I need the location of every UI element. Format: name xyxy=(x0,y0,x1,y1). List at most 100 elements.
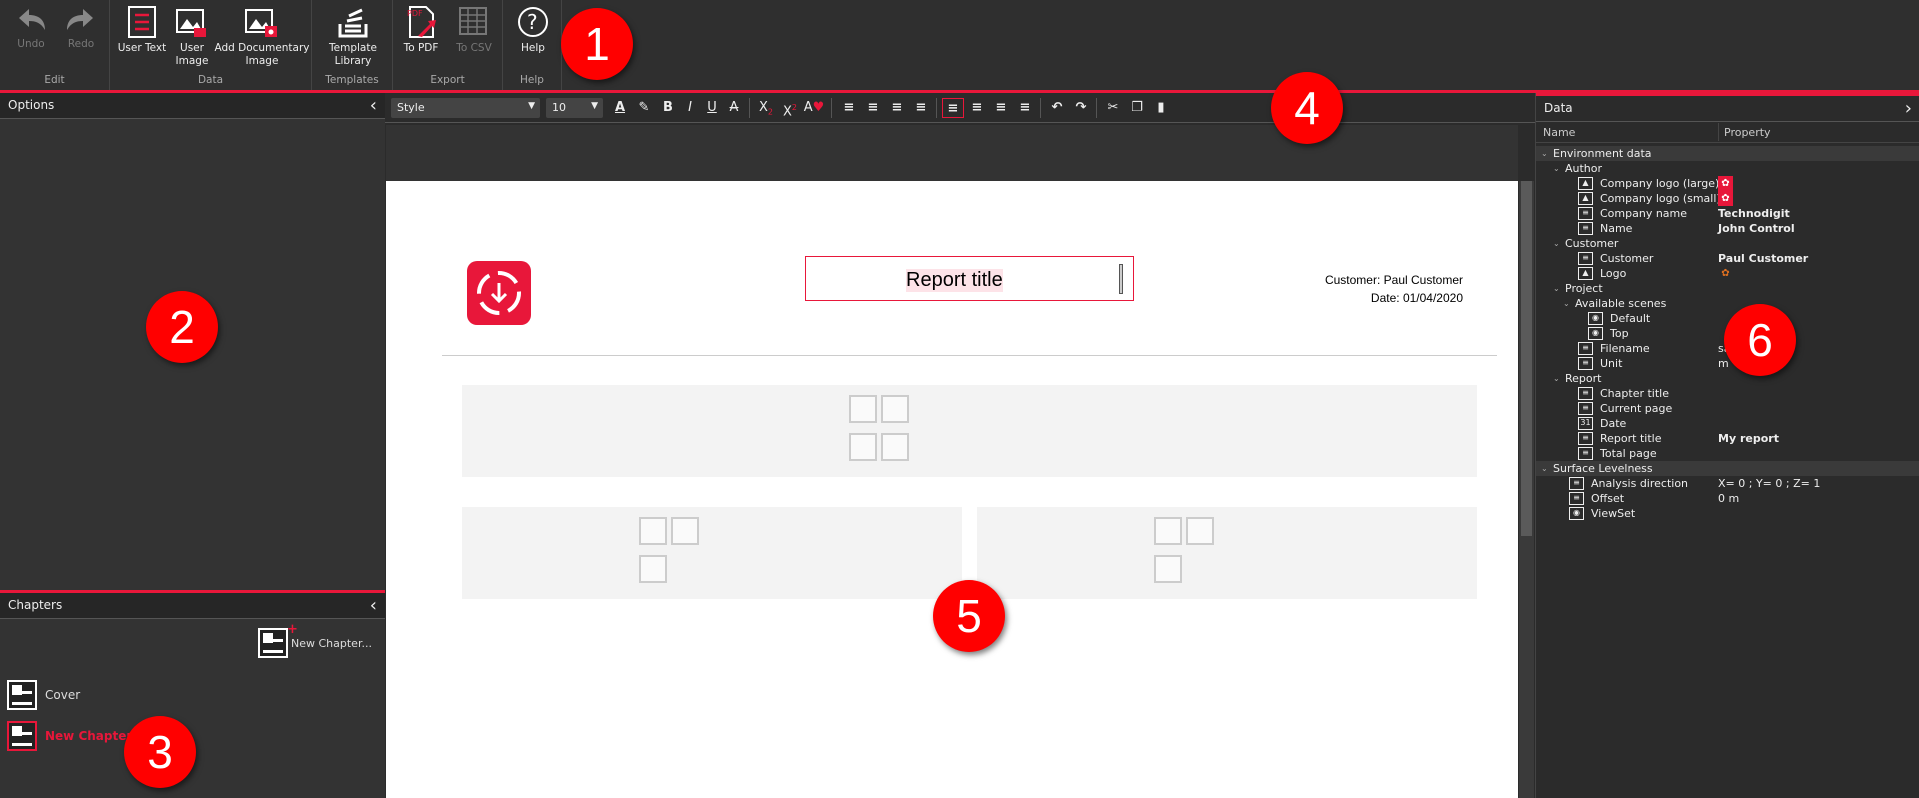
add-image-icon[interactable] xyxy=(881,395,909,423)
data-tree-row[interactable]: ⌄ Report xyxy=(1536,371,1919,386)
data-tree-row[interactable]: ⌄ Available scenes xyxy=(1536,296,1919,311)
expand-chevron-icon[interactable]: ⌄ xyxy=(1553,371,1560,386)
align-right-icon[interactable]: ≡ xyxy=(990,98,1012,118)
subscript-icon[interactable]: X2 xyxy=(755,98,777,118)
data-tree-row[interactable]: ⌄ Customer xyxy=(1536,236,1919,251)
data-title: Data xyxy=(1544,101,1573,115)
data-tree-row[interactable]: ≡ Current page xyxy=(1536,401,1919,416)
user-image-button[interactable]: User Image xyxy=(172,6,212,68)
resize-handle[interactable] xyxy=(1119,264,1123,294)
add-scene-icon[interactable] xyxy=(849,433,877,461)
data-tree-row[interactable]: ≡ Total page xyxy=(1536,446,1919,461)
content-placeholder[interactable] xyxy=(977,507,1477,599)
numbered-list-icon[interactable]: ≡ xyxy=(862,98,884,118)
italic-icon[interactable]: I xyxy=(679,98,701,118)
add-image-icon[interactable] xyxy=(671,517,699,545)
font-size-select[interactable]: 10 ▼ xyxy=(546,98,603,118)
add-documentary-image-button[interactable]: Add Documentary Image xyxy=(214,6,310,68)
logo-thumbnail-icon: ✿ xyxy=(1718,191,1733,206)
data-tree-row[interactable]: ◉ ViewSet xyxy=(1536,506,1919,521)
row-label: Customer xyxy=(1565,237,1619,250)
row-label: Unit xyxy=(1600,357,1623,370)
undo-button[interactable]: Undo xyxy=(8,6,54,51)
data-tree-row[interactable]: ⌄ Surface Levelness xyxy=(1536,461,1919,476)
font-color-icon[interactable]: A xyxy=(609,98,631,118)
content-placeholder[interactable] xyxy=(462,507,962,599)
data-tree-row[interactable]: ⌄ Project xyxy=(1536,281,1919,296)
clear-format-icon[interactable]: A♥ xyxy=(803,98,825,118)
undo-text-icon[interactable]: ↶ xyxy=(1046,98,1068,118)
expand-chevron-icon[interactable]: ⌄ xyxy=(1553,281,1560,296)
add-scene-icon[interactable] xyxy=(639,555,667,583)
data-tree-row[interactable]: ≡ Unit m xyxy=(1536,356,1919,371)
report-title-field[interactable]: Report title xyxy=(805,256,1134,301)
add-text-icon[interactable] xyxy=(1154,517,1182,545)
add-image-icon[interactable] xyxy=(1186,517,1214,545)
data-tree-row[interactable]: ⌄ Environment data xyxy=(1536,146,1919,161)
data-tree-row[interactable]: ⌄ Author xyxy=(1536,161,1919,176)
split-layout-icon[interactable] xyxy=(881,433,909,461)
expand-chevron-icon[interactable]: ⌄ xyxy=(1541,146,1548,161)
scrollbar-thumb[interactable] xyxy=(1521,181,1532,536)
data-tree-row[interactable]: ▲ Company logo (large) ✿ xyxy=(1536,176,1919,191)
chapter-item-cover[interactable]: Cover xyxy=(7,680,207,712)
redo-button[interactable]: Redo xyxy=(58,6,104,51)
text-icon: ≡ xyxy=(1578,207,1593,220)
data-tree-row[interactable]: ≡ Company name Technodigit xyxy=(1536,206,1919,221)
highlight-icon[interactable]: ✎ xyxy=(633,98,655,118)
pdf-icon: PDF xyxy=(407,6,436,38)
data-tree-row[interactable]: ≡ Chapter title xyxy=(1536,386,1919,401)
help-button[interactable]: ? Help xyxy=(511,6,555,55)
row-label: Available scenes xyxy=(1575,297,1667,310)
row-label: ViewSet xyxy=(1591,507,1636,520)
increase-indent-icon[interactable]: ≡ xyxy=(910,98,932,118)
add-text-icon[interactable] xyxy=(849,395,877,423)
content-placeholder[interactable] xyxy=(462,385,1477,477)
collapse-chapters-chevron-icon[interactable]: ‹ xyxy=(370,595,377,616)
justify-icon[interactable]: ≡ xyxy=(1014,98,1036,118)
underline-icon[interactable]: U xyxy=(701,98,723,118)
row-value: 0 m xyxy=(1718,492,1740,505)
to-pdf-button[interactable]: PDF To PDF xyxy=(397,6,445,55)
expand-chevron-icon[interactable]: ⌄ xyxy=(1541,461,1548,476)
ribbon: Undo Redo Edit User Text User Image Add … xyxy=(0,0,1919,90)
collapse-options-chevron-icon[interactable]: ‹ xyxy=(370,95,377,116)
expand-chevron-icon[interactable]: ⌄ xyxy=(1553,161,1560,176)
bullet-list-icon[interactable]: ≡ xyxy=(838,98,860,118)
align-left-icon[interactable]: ≡ xyxy=(942,98,964,118)
paste-icon[interactable]: ▮ xyxy=(1150,98,1172,118)
chapter-icon xyxy=(7,680,37,710)
redo-text-icon[interactable]: ↷ xyxy=(1070,98,1092,118)
align-center-icon[interactable]: ≡ xyxy=(966,98,988,118)
user-text-button[interactable]: User Text xyxy=(114,6,170,55)
data-tree-row[interactable]: ≡ Report title My report xyxy=(1536,431,1919,446)
collapse-data-chevron-icon[interactable]: › xyxy=(1905,98,1912,119)
new-chapter-button[interactable]: + New Chapter... xyxy=(258,622,383,660)
decrease-indent-icon[interactable]: ≡ xyxy=(886,98,908,118)
superscript-icon[interactable]: X2 xyxy=(779,98,801,119)
bold-icon[interactable]: B xyxy=(657,98,679,118)
expand-chevron-icon[interactable]: ⌄ xyxy=(1563,296,1570,311)
chevron-down-icon: ▼ xyxy=(591,101,598,111)
add-scene-icon[interactable] xyxy=(1154,555,1182,583)
template-library-button[interactable]: Template Library xyxy=(318,6,388,68)
data-tree-row[interactable]: ≡ Customer Paul Customer xyxy=(1536,251,1919,266)
data-tree-row[interactable]: ▲ Logo ✿ xyxy=(1536,266,1919,281)
data-tree-row[interactable]: 31 Date xyxy=(1536,416,1919,431)
column-name[interactable]: Name xyxy=(1543,126,1575,139)
add-text-icon[interactable] xyxy=(639,517,667,545)
cut-icon[interactable]: ✂ xyxy=(1102,98,1124,118)
data-tree-row[interactable]: ≡ Analysis direction X= 0 ; Y= 0 ; Z= 1 xyxy=(1536,476,1919,491)
style-select[interactable]: Style ▼ xyxy=(391,98,540,118)
data-panel: Data › Name Property ⌄ Environment data ⌄ A… xyxy=(1535,93,1919,798)
to-csv-button[interactable]: To CSV xyxy=(449,6,499,55)
data-tree-row[interactable]: ▲ Company logo (small) ✿ xyxy=(1536,191,1919,206)
vertical-scrollbar[interactable] xyxy=(1519,181,1534,798)
strikethrough-icon[interactable]: A xyxy=(723,98,745,118)
data-tree-row[interactable]: ≡ Name John Control xyxy=(1536,221,1919,236)
data-tree-row[interactable]: ≡ Offset 0 m xyxy=(1536,491,1919,506)
copy-icon[interactable]: ❐ xyxy=(1126,98,1148,118)
expand-chevron-icon[interactable]: ⌄ xyxy=(1553,236,1560,251)
column-property[interactable]: Property xyxy=(1724,126,1771,139)
row-label: Filename xyxy=(1600,342,1650,355)
